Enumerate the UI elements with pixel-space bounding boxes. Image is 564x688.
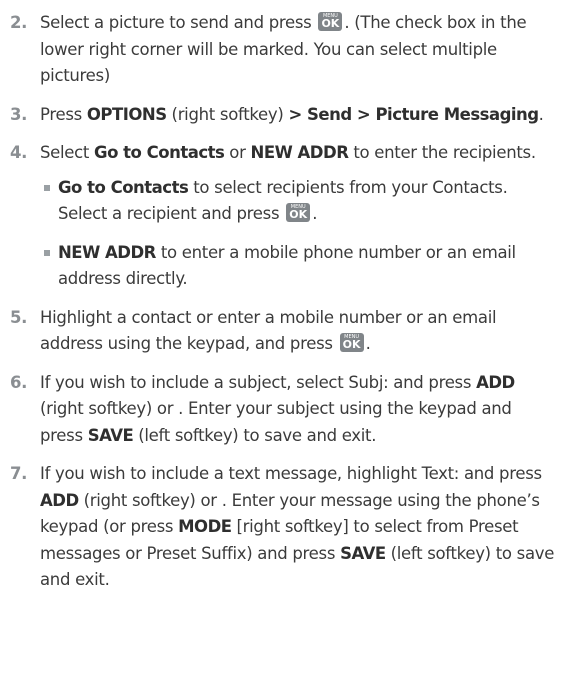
- key-main-label: OK: [342, 338, 361, 351]
- bullet-new-addr: NEW ADDR to enter a mobile phone number …: [0, 240, 564, 293]
- step-text: (right softkey): [166, 104, 289, 124]
- softkey-label: SAVE: [87, 425, 134, 445]
- key-main-label: OK: [289, 208, 308, 221]
- option-label: Go to Contacts: [58, 177, 189, 197]
- step-4: 4. Select Go to Contacts or NEW ADDR to …: [0, 140, 564, 167]
- option-label: NEW ADDR: [58, 242, 156, 262]
- menu-ok-key-icon: MENU OK: [318, 12, 343, 31]
- softkey-label: MODE: [178, 517, 232, 536]
- step-3: 3. Press OPTIONS (right softkey) > Send …: [0, 102, 564, 129]
- step-2: 2. Select a picture to send and press ME…: [0, 10, 564, 90]
- step-number: 3.: [10, 104, 28, 124]
- softkey-label: OPTIONS: [86, 104, 167, 124]
- menu-ok-key-icon: MENU OK: [339, 333, 364, 352]
- softkey-label: SAVE: [340, 543, 386, 563]
- step-text: (left softkey) to save and exit.: [133, 425, 377, 445]
- option-label: Go to Contacts: [94, 143, 225, 162]
- instruction-list: 2. Select a picture to send and press ME…: [0, 10, 564, 606]
- step-6: 6. If you wish to include a subject, sel…: [0, 370, 564, 450]
- step-7: 7. If you wish to include a text message…: [0, 461, 564, 594]
- step-text: Select a picture to send and press: [40, 13, 317, 32]
- option-label: NEW ADDR: [250, 143, 349, 162]
- step-text: If you wish to include a text message, h…: [40, 464, 542, 483]
- softkey-label: ADD: [40, 490, 79, 510]
- bullet-go-to-contacts: Go to Contacts to select recipients from…: [0, 175, 564, 228]
- menu-ok-key-icon: MENU OK: [286, 203, 311, 222]
- step-number: 6.: [10, 372, 28, 392]
- step-text: .: [538, 104, 544, 124]
- step-number: 7.: [10, 464, 28, 483]
- step-text: or: [224, 143, 251, 162]
- step-text: to enter the recipients.: [348, 143, 536, 162]
- step-number: 4.: [10, 143, 28, 162]
- step-text: .: [365, 334, 371, 353]
- key-main-label: OK: [321, 17, 340, 30]
- step-number: 2.: [10, 13, 28, 32]
- menu-path: > Send > Picture Messaging: [288, 104, 539, 124]
- bullet-text: .: [312, 204, 318, 223]
- bullet-icon: [44, 184, 50, 191]
- bullet-icon: [44, 249, 50, 256]
- step-5: 5. Highlight a contact or enter a mobile…: [0, 305, 564, 358]
- step-text: Press: [40, 104, 87, 124]
- step-text: Highlight a contact or enter a mobile nu…: [40, 307, 497, 354]
- step-number: 5.: [10, 307, 28, 327]
- step-text: If you wish to include a subject, select…: [40, 372, 477, 392]
- softkey-label: ADD: [476, 372, 515, 392]
- step-text: Select: [40, 143, 95, 162]
